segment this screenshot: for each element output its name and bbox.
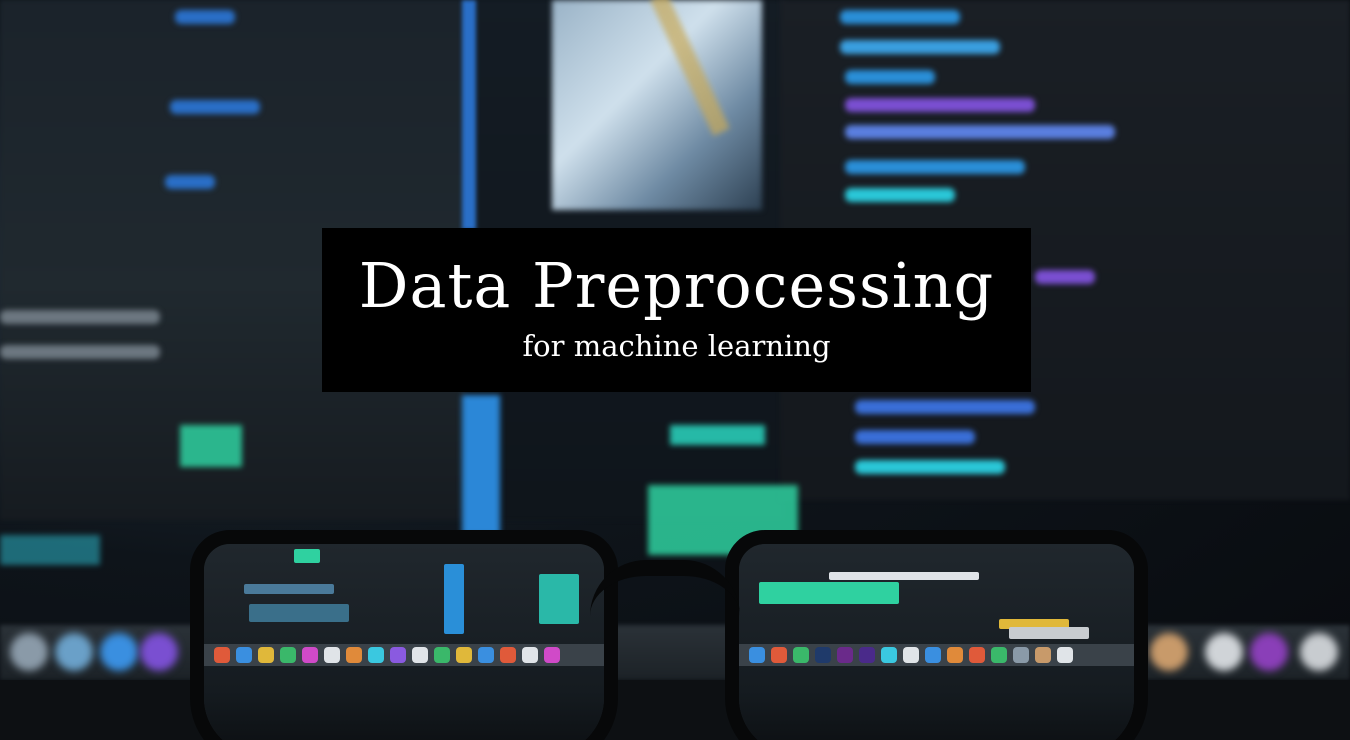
lens-dock-icon	[771, 647, 787, 663]
lens-dock-icon	[522, 647, 538, 663]
lens-dock-icon	[390, 647, 406, 663]
lens-dock-icon	[412, 647, 428, 663]
lens-dock-icon	[749, 647, 765, 663]
lens-dock-icon	[925, 647, 941, 663]
blurred-ui-element	[175, 10, 235, 24]
blurred-code-line	[840, 10, 960, 24]
blurred-dock-icon	[10, 633, 48, 671]
blurred-code-line	[845, 160, 1025, 174]
lens-dock-icon	[324, 647, 340, 663]
blurred-waveform-left	[0, 535, 100, 565]
blurred-green-block	[180, 425, 242, 467]
lens-left-screen	[204, 544, 604, 740]
lens-dock-icon	[346, 647, 362, 663]
blurred-ui-element	[170, 100, 260, 114]
lens-dock-icon	[859, 647, 875, 663]
lens-dock-icon	[544, 647, 560, 663]
lens-dock-icon	[991, 647, 1007, 663]
lens-dock-icon	[881, 647, 897, 663]
lens-dock-icon	[1013, 647, 1029, 663]
lens-track	[444, 564, 464, 634]
blurred-code-line	[855, 460, 1005, 474]
lens-dock-icon	[969, 647, 985, 663]
lens-track	[1009, 627, 1089, 639]
blurred-ui-element	[0, 310, 160, 324]
lens-dock-icon	[236, 647, 252, 663]
lens-dock-icon	[793, 647, 809, 663]
lens-dock-icon	[214, 647, 230, 663]
glasses-lens-right	[725, 530, 1148, 740]
lens-dock-icon	[1057, 647, 1073, 663]
banner-subtitle: for machine learning	[522, 329, 831, 363]
lens-dock-icon	[837, 647, 853, 663]
blurred-dock-icon	[1250, 633, 1288, 671]
lens-dock-icon	[1035, 647, 1051, 663]
lens-dock-icon	[500, 647, 516, 663]
blurred-blue-bar-lower	[462, 395, 500, 535]
blurred-dock-icon	[100, 633, 138, 671]
lens-dock-icon	[456, 647, 472, 663]
blurred-code-line	[1035, 270, 1095, 284]
lens-track	[829, 572, 979, 580]
lens-dock-icon	[903, 647, 919, 663]
title-banner: Data Preprocessing for machine learning	[322, 228, 1031, 392]
blurred-ui-element	[165, 175, 215, 189]
lens-track	[759, 582, 899, 604]
lens-track	[249, 604, 349, 622]
banner-title: Data Preprocessing	[358, 249, 995, 322]
lens-track	[244, 584, 334, 594]
background-photo: Data Preprocessing for machine learning	[0, 0, 1350, 740]
blurred-dock-icon	[1300, 633, 1338, 671]
lens-dock-icon	[302, 647, 318, 663]
blurred-blue-bar	[462, 0, 476, 230]
blurred-code-line	[845, 125, 1115, 139]
blurred-dock-icon	[1205, 633, 1243, 671]
blurred-dock-icon	[140, 633, 178, 671]
lens-dock-icon	[478, 647, 494, 663]
lens-dock-icon	[368, 647, 384, 663]
blurred-code-line	[845, 188, 955, 202]
lens-right-screen	[739, 544, 1134, 740]
blurred-code-line	[840, 40, 1000, 54]
lens-dock-icon	[947, 647, 963, 663]
blurred-dock-icon	[1150, 633, 1188, 671]
glasses-lens-left	[190, 530, 618, 740]
blurred-ui-element	[0, 345, 160, 359]
blurred-code-line	[855, 400, 1035, 414]
blurred-dock-icon	[55, 633, 93, 671]
blurred-code-line	[845, 98, 1035, 112]
lens-track	[294, 549, 320, 563]
lens-track	[539, 574, 579, 624]
blurred-video-preview	[552, 0, 762, 210]
lens-dock-icon	[434, 647, 450, 663]
blurred-code-line	[845, 70, 935, 84]
blurred-code-line	[855, 430, 975, 444]
lens-dock-icon	[815, 647, 831, 663]
blurred-green-tag	[670, 425, 765, 445]
lens-dock-icon	[280, 647, 296, 663]
lens-dock-icon	[258, 647, 274, 663]
